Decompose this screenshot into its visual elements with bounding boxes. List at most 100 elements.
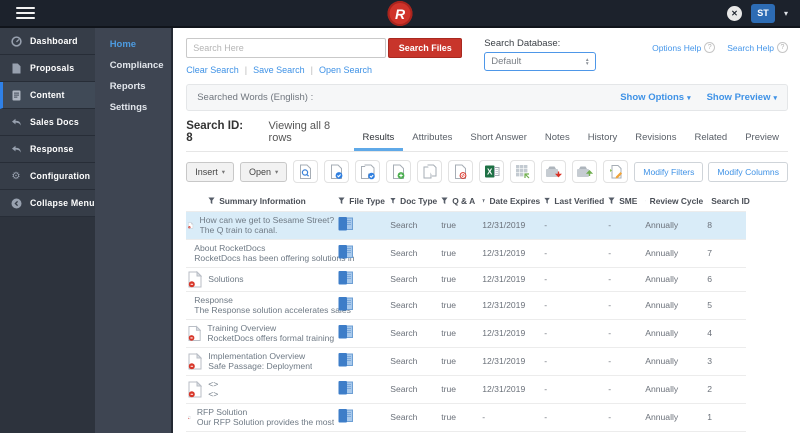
search-database-group: Search Database: Default ▴ ▾ [484, 38, 597, 71]
svg-text:X: X [487, 168, 493, 177]
filter-icon [338, 197, 345, 205]
tab-preview[interactable]: Preview [736, 132, 788, 151]
sme-cell: - [608, 248, 612, 259]
filter-icon [441, 197, 448, 205]
column-label: SME [619, 196, 638, 206]
date-expires-cell: 12/31/2019 [482, 248, 526, 259]
subnav-item-compliance[interactable]: Compliance [95, 55, 172, 76]
tab-related[interactable]: Related [685, 132, 736, 151]
tab-short-answer[interactable]: Short Answer [461, 132, 536, 151]
archive-export-icon [577, 166, 594, 177]
user-avatar[interactable]: ST [750, 3, 775, 23]
show-preview-link[interactable]: Show Preview ▾ [707, 92, 777, 103]
block-document-icon [455, 164, 467, 179]
last-verified-cell: - [544, 356, 548, 367]
table-row[interactable]: <> <> Search true 12/31/2019 - - Annually… [186, 375, 747, 403]
subnav-item-settings[interactable]: Settings [95, 97, 172, 118]
column-header-doc-type[interactable]: Doc Type [388, 192, 439, 212]
column-header-file-type[interactable]: File Type [336, 192, 388, 212]
table-row[interactable]: Response The Response solution accelerate… [186, 291, 747, 319]
summary-title: RFP Solution [196, 406, 248, 417]
results-bar: Search ID: 8 Viewing all 8 rows Results … [186, 120, 788, 152]
add-document-button[interactable] [386, 160, 412, 183]
open-dropdown-button[interactable]: Open ▾ [240, 161, 288, 182]
block-document-button[interactable] [448, 160, 474, 183]
sme-cell: - [608, 300, 612, 311]
search-area: Search Files Clear Search | Save Search … [186, 38, 463, 75]
tab-history[interactable]: History [579, 132, 627, 151]
preview-document-button[interactable] [293, 160, 319, 183]
chevron-down-icon[interactable]: ▾ [784, 9, 788, 18]
column-header-last-verified[interactable]: Last Verified [542, 192, 606, 212]
column-label: Doc Type [400, 196, 438, 206]
table-row[interactable]: Implementation Overview Safe Passage: Dep… [186, 347, 747, 375]
sidebar-item-sales-docs[interactable]: Sales Docs [0, 109, 95, 136]
caret-down-glyph: ▾ [585, 60, 589, 67]
archive-import-button[interactable] [541, 160, 567, 183]
word-file-icon [338, 297, 354, 311]
table-row[interactable]: About RocketDocs RocketDocs has been offe… [186, 239, 747, 267]
save-search-link[interactable]: Save Search [253, 65, 305, 75]
search-input[interactable] [186, 38, 387, 58]
sidebar-item-response[interactable]: Response [0, 136, 95, 163]
last-verified-cell: - [544, 300, 548, 311]
clear-search-link[interactable]: Clear Search [186, 65, 239, 75]
table-row[interactable]: How can we get to Sesame Street? The Q tr… [186, 211, 747, 240]
tab-notes[interactable]: Notes [536, 132, 579, 151]
table-row[interactable]: Solutions Search true 12/31/2019 - - Ann… [186, 267, 747, 291]
sidebar-item-dashboard[interactable]: Dashboard [0, 28, 95, 55]
edit-document-button[interactable] [603, 160, 629, 183]
sidebar-item-content[interactable]: Content [0, 82, 95, 109]
close-icon[interactable]: ✕ [726, 5, 742, 21]
subnav-item-reports[interactable]: Reports [95, 76, 172, 97]
open-search-link[interactable]: Open Search [319, 65, 372, 75]
insert-dropdown-button[interactable]: Insert ▾ [186, 161, 234, 182]
column-label: File Type [349, 196, 385, 206]
main-content: Search Files Clear Search | Save Search … [173, 28, 800, 433]
add-document-icon [393, 164, 405, 179]
tab-attributes[interactable]: Attributes [403, 132, 461, 151]
export-grid-button[interactable] [510, 160, 536, 183]
verify-document-button[interactable] [324, 160, 350, 183]
document-status-icon [188, 222, 194, 229]
tab-revisions[interactable]: Revisions [626, 132, 685, 151]
sidebar-item-configuration[interactable]: ⚙ Configuration [0, 163, 95, 190]
results-table: Summary Information File Type Doc Type Q… [186, 192, 750, 432]
column-header-date-expires[interactable]: Date Expires [480, 192, 542, 212]
column-header-qa[interactable]: Q & A [439, 192, 480, 212]
last-verified-cell: - [544, 248, 548, 259]
document-status-icon [188, 352, 203, 370]
options-help-link[interactable]: Options Help ? [652, 42, 716, 53]
copy-document-button[interactable] [417, 160, 443, 183]
sidebar-item-collapse-menu[interactable]: Collapse Menu [0, 190, 95, 217]
column-header-review-cycle[interactable]: Review Cycle [643, 192, 705, 212]
search-files-button[interactable]: Search Files [388, 38, 463, 58]
column-header-summary[interactable]: Summary Information [186, 192, 336, 212]
search-database-select[interactable]: Default ▴ ▾ [484, 52, 597, 71]
doc-type-cell: Search [390, 220, 418, 231]
verify-documents-button[interactable] [355, 160, 381, 183]
sidebar-item-proposals[interactable]: Proposals [0, 55, 95, 82]
last-verified-cell: - [544, 220, 548, 231]
column-label: Search ID [711, 196, 750, 206]
modify-filters-button[interactable]: Modify Filters [634, 161, 704, 182]
word-file-icon [338, 409, 354, 423]
show-options-link[interactable]: Show Options ▾ [620, 92, 690, 103]
column-header-sme[interactable]: SME [606, 192, 643, 212]
search-help-link[interactable]: Search Help ? [727, 42, 788, 53]
search-row: Search Files Clear Search | Save Search … [186, 38, 788, 75]
column-header-search-id[interactable]: Search ID [705, 192, 750, 212]
export-excel-icon: X [484, 165, 500, 178]
export-excel-button[interactable]: X [479, 160, 505, 183]
table-row[interactable]: Training Overview RocketDocs offers forma… [186, 319, 747, 347]
subnav-item-home[interactable]: Home [95, 34, 172, 55]
hamburger-menu-icon[interactable] [16, 4, 35, 21]
options-help-label: Options Help [652, 42, 702, 53]
table-row[interactable]: RFP Solution Our RFP Solution provides th… [186, 403, 747, 432]
subnav-label: Home [109, 39, 137, 50]
review-cycle-cell: Annually [645, 300, 679, 311]
tab-results[interactable]: Results [353, 132, 404, 151]
archive-export-button[interactable] [572, 160, 598, 183]
modify-columns-button[interactable]: Modify Columns [708, 161, 788, 182]
sidebar-item-label: Proposals [30, 63, 75, 73]
